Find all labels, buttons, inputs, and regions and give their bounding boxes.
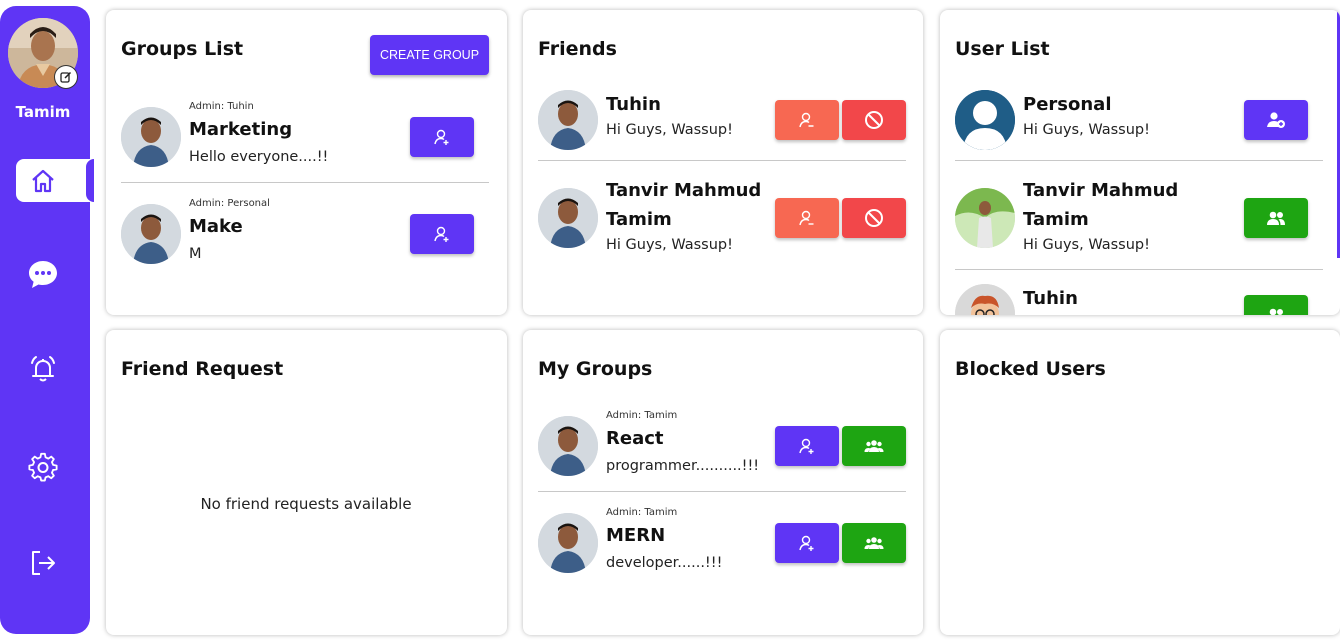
- group-message: programmer..........!!!: [606, 458, 760, 474]
- create-group-button[interactable]: CREATE GROUP: [370, 35, 489, 75]
- friends-title: Friends: [538, 38, 617, 60]
- my-groups-title: My Groups: [538, 358, 653, 380]
- user-list-card: User List Personal Hi Guys, Wassup! Tanv…: [940, 10, 1340, 315]
- user-plus-icon: [434, 226, 449, 242]
- group-admin: Admin: Personal: [189, 198, 270, 209]
- group-message: Hello everyone....!!: [189, 149, 329, 165]
- avatar: [955, 188, 1015, 248]
- divider: [538, 160, 906, 161]
- profile-name: Tamim: [15, 103, 71, 121]
- divider: [955, 160, 1323, 161]
- users-icon: [1267, 211, 1285, 225]
- send-request-button[interactable]: [1244, 100, 1308, 140]
- group-add-member-button[interactable]: [775, 426, 839, 466]
- avatar: [955, 90, 1015, 150]
- logout-icon: [32, 551, 55, 575]
- avatar: [121, 107, 181, 167]
- nav-home[interactable]: [26, 164, 60, 198]
- user-list-title: User List: [955, 38, 1050, 60]
- groups-list-card: Groups List CREATE GROUP Admin: Tuhin Ma…: [106, 10, 507, 315]
- friend-request-title: Friend Request: [121, 358, 284, 380]
- friend-name-line2: Tamim: [606, 209, 672, 230]
- divider: [538, 491, 906, 492]
- user-name-line2: Tamim: [1023, 209, 1089, 230]
- user-minus-icon: [799, 210, 814, 226]
- user-plus-icon: [799, 535, 814, 551]
- avatar: [538, 416, 598, 476]
- nav-logout[interactable]: [26, 546, 60, 580]
- blocked-users-title: Blocked Users: [955, 358, 1106, 380]
- my-groups-card: My Groups Admin: Tamim React programmer.…: [523, 330, 923, 635]
- chat-icon: [29, 261, 57, 288]
- nav-settings[interactable]: [26, 450, 60, 484]
- add-user-icon: [1267, 112, 1285, 128]
- join-group-button[interactable]: [410, 214, 474, 254]
- user-name: Tanvir Mahmud: [1023, 180, 1179, 201]
- divider: [955, 269, 1323, 270]
- friend-name: Tuhin: [606, 94, 661, 115]
- join-group-button[interactable]: [410, 117, 474, 157]
- nav-messages[interactable]: [26, 257, 60, 291]
- avatar: [121, 204, 181, 264]
- bell-icon: [31, 356, 55, 382]
- friend-request-card: Friend Request No friend requests availa…: [106, 330, 507, 635]
- group-name: Make: [189, 216, 243, 237]
- unfriend-button[interactable]: [775, 198, 839, 238]
- empty-state-message: No friend requests available: [200, 495, 412, 513]
- sidebar: Tamim: [0, 6, 94, 634]
- group-icon: [864, 537, 884, 549]
- group-name: Marketing: [189, 119, 293, 140]
- block-icon: [865, 111, 883, 129]
- friends-card: Friends Tuhin Hi Guys, Wassup! Tanvir Ma…: [523, 10, 923, 315]
- avatar: [955, 284, 1015, 315]
- home-icon: [32, 169, 54, 193]
- user-plus-icon: [799, 438, 814, 454]
- user-plus-icon: [434, 129, 449, 145]
- friend-message: Hi Guys, Wassup!: [606, 122, 733, 138]
- blocked-users-card: Blocked Users: [940, 330, 1340, 635]
- block-button[interactable]: [842, 198, 906, 238]
- user-minus-icon: [799, 112, 814, 128]
- group-name: MERN: [606, 525, 666, 546]
- user-name: Personal: [1023, 94, 1112, 115]
- friends-status-button[interactable]: [1244, 295, 1308, 315]
- group-message: developer......!!!: [606, 555, 723, 571]
- group-admin: Admin: Tamim: [606, 410, 678, 421]
- user-message: Hi Guys, Wassup!: [1023, 237, 1150, 253]
- avatar: [538, 188, 598, 248]
- divider: [121, 182, 489, 183]
- groups-list-title: Groups List: [121, 38, 244, 60]
- group-icon: [864, 440, 884, 452]
- user-message: Hi Guys, Wassup!: [1023, 122, 1150, 138]
- group-members-button[interactable]: [842, 426, 906, 466]
- block-button[interactable]: [842, 100, 906, 140]
- avatar: [538, 90, 598, 150]
- nav-notifications[interactable]: [26, 353, 60, 387]
- group-name: React: [606, 428, 664, 449]
- edit-profile-button[interactable]: [55, 66, 77, 88]
- avatar: [538, 513, 598, 573]
- block-icon: [865, 209, 883, 227]
- unfriend-button[interactable]: [775, 100, 839, 140]
- default-avatar-icon: [955, 90, 1015, 150]
- users-icon: [1269, 308, 1283, 315]
- friend-message: Hi Guys, Wassup!: [606, 237, 733, 253]
- gear-icon: [28, 452, 58, 482]
- friend-name: Tanvir Mahmud: [606, 180, 762, 201]
- group-message: M: [189, 246, 202, 262]
- group-members-button[interactable]: [842, 523, 906, 563]
- group-admin: Admin: Tuhin: [189, 101, 254, 112]
- friends-status-button[interactable]: [1244, 198, 1308, 238]
- edit-icon: [60, 71, 72, 83]
- user-name: Tuhin: [1023, 288, 1078, 309]
- group-add-member-button[interactable]: [775, 523, 839, 563]
- group-admin: Admin: Tamim: [606, 507, 678, 518]
